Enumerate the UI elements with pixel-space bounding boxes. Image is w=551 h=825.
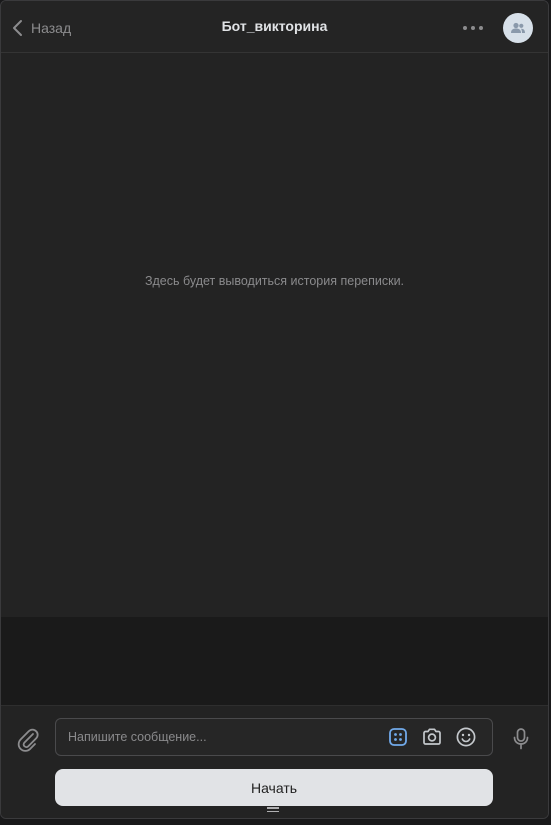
chat-header: Назад Бот_викторина <box>1 1 548 53</box>
message-input-box <box>55 718 493 756</box>
history-placeholder: Здесь будет выводиться история переписки… <box>144 274 405 288</box>
start-button[interactable]: Начать <box>55 769 493 806</box>
camera-icon <box>423 728 441 745</box>
attach-button[interactable] <box>15 726 41 752</box>
more-horizontal-icon <box>463 26 483 30</box>
more-button[interactable] <box>459 18 487 38</box>
handle-line <box>267 810 279 812</box>
handle-line <box>267 807 279 809</box>
microphone-icon <box>513 728 529 750</box>
keyboard-toggle-handle[interactable] <box>267 807 279 813</box>
bot-keyboard-icon <box>389 728 407 746</box>
back-label: Назад <box>31 20 72 36</box>
voice-message-button[interactable] <box>509 726 533 752</box>
paperclip-icon <box>17 728 39 752</box>
message-input[interactable] <box>68 719 378 755</box>
camera-button[interactable] <box>421 726 443 748</box>
chat-window: Назад Бот_викторина Здесь будет выводить… <box>0 0 549 819</box>
chevron-left-icon <box>13 20 22 36</box>
smile-icon <box>456 727 476 747</box>
emoji-button[interactable] <box>455 726 477 748</box>
message-composer: Начать <box>1 705 548 818</box>
back-button[interactable]: Назад <box>11 16 71 40</box>
history-footer-area <box>1 617 548 705</box>
chat-avatar[interactable] <box>503 13 533 43</box>
users-icon <box>511 22 525 33</box>
message-history: Здесь будет выводиться история переписки… <box>1 53 548 617</box>
bot-keyboard-button[interactable] <box>387 726 409 748</box>
